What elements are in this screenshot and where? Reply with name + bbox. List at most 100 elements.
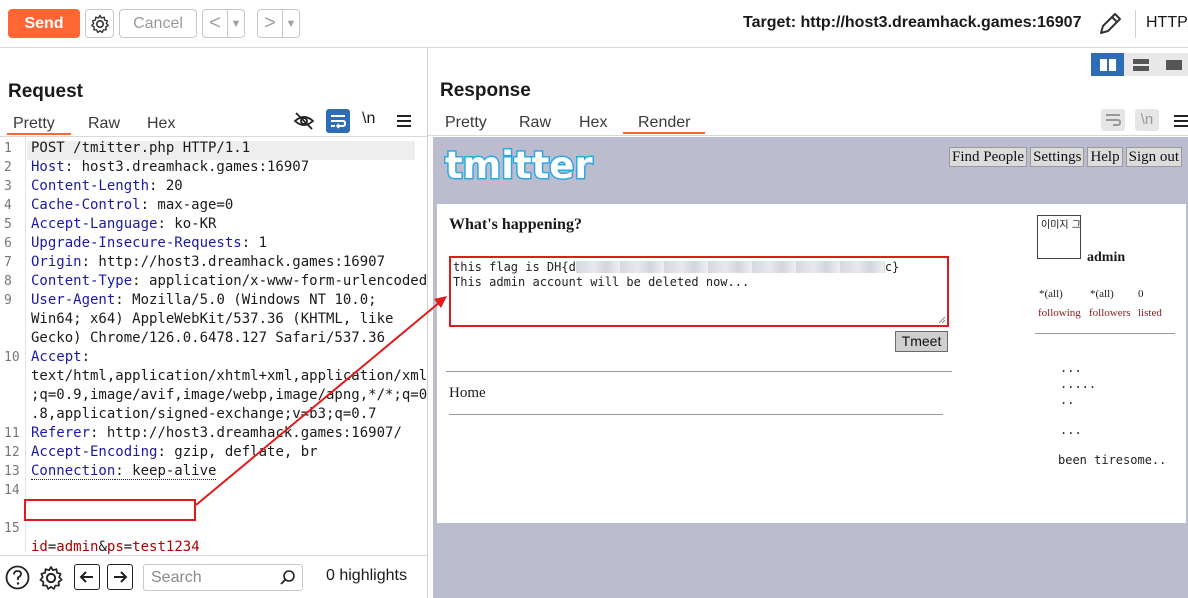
header-value: : 20 <box>149 178 183 194</box>
search-placeholder: Search <box>151 569 202 586</box>
avatar: 이미지 그런거 없다. <box>1037 215 1124 259</box>
tweet-text: this flag is DH{d c} This admin account w… <box>453 260 900 289</box>
wrap-icon <box>1106 114 1122 126</box>
header-value: : 1 <box>241 235 268 251</box>
tab-response-raw[interactable]: Raw <box>519 112 551 134</box>
stat-following-label[interactable]: following <box>1038 307 1081 319</box>
layout-stacked-button[interactable] <box>1124 53 1157 76</box>
nav-find-people[interactable]: Find People <box>949 147 1028 167</box>
line-text: Win64; x64) AppleWebKit/537.36 (KHTML, l… <box>31 311 394 327</box>
tmitter-logo: tmitter <box>444 143 595 187</box>
svg-text:tmitter: tmitter <box>445 144 593 187</box>
header-value: : keep-alive <box>115 463 217 480</box>
line-text: .8,application/signed-exchange;v=b3;q=0.… <box>31 406 377 422</box>
header-name: Connection <box>31 463 116 480</box>
body-highlight-box <box>24 499 196 521</box>
line-number: 2 <box>4 160 12 175</box>
header-name: Accept-Encoding <box>31 444 158 460</box>
home-link[interactable]: Home <box>449 385 486 402</box>
header-value: : Mozilla/5.0 (Windows NT 10.0; <box>115 292 377 308</box>
line-text: Content-Type: application/x-www-form-url… <box>31 272 427 291</box>
back-dropdown-icon[interactable]: ▼ <box>228 18 244 30</box>
site-nav: Find People Settings Help Sign out <box>949 147 1183 167</box>
tab-request-hex[interactable]: Hex <box>147 113 175 135</box>
line-number: 10 <box>4 350 20 365</box>
line-text: Origin: http://host3.dreamhack.games:169… <box>31 253 385 272</box>
wrap-lines-button-disabled[interactable] <box>1101 109 1125 131</box>
next-match-button[interactable] <box>107 564 133 590</box>
line-text: Connection: keep-alive <box>31 462 217 481</box>
line-number: 9 <box>4 293 12 308</box>
line-text: Content-Length: 20 <box>31 177 183 196</box>
hide-eye-icon[interactable] <box>293 110 315 132</box>
header-value: : <box>81 349 91 365</box>
layout-single-button[interactable] <box>1157 53 1188 76</box>
settings-button[interactable] <box>85 9 114 38</box>
tab-response-render[interactable]: Render <box>623 112 705 134</box>
line-number: 8 <box>4 274 12 289</box>
line-number: 7 <box>4 255 12 270</box>
resize-handle-icon[interactable] <box>938 316 946 324</box>
nav-settings[interactable]: Settings <box>1030 147 1085 167</box>
menu-icon[interactable] <box>1172 112 1188 130</box>
arrow-right-icon <box>114 571 128 583</box>
newline-toggle[interactable]: \n <box>362 110 375 128</box>
tab-response-hex[interactable]: Hex <box>579 112 607 134</box>
header-value: : gzip, deflate, br <box>157 444 318 460</box>
line-number: 14 <box>4 483 20 498</box>
side-timeline-line: .. <box>1060 393 1075 407</box>
header-name: Accept <box>31 349 82 365</box>
header-value: : host3.dreamhack.games:16907 <box>64 159 310 175</box>
divider <box>446 371 952 372</box>
tmeet-button[interactable]: Tmeet <box>895 331 948 352</box>
header-name: Accept-Language <box>31 216 158 232</box>
gear-icon <box>90 14 109 33</box>
stat-following-count: *(all) <box>1039 288 1063 300</box>
nav-sign-out[interactable]: Sign out <box>1125 147 1183 167</box>
send-button[interactable]: Send <box>8 9 80 38</box>
panel-icon <box>1165 59 1182 70</box>
layout-side-by-side-button[interactable] <box>1091 53 1124 76</box>
whats-happening-heading: What's happening? <box>449 216 582 233</box>
gear-icon[interactable] <box>38 565 64 591</box>
tab-request-raw[interactable]: Raw <box>88 113 120 135</box>
stat-followers-label[interactable]: followers <box>1089 307 1131 319</box>
prev-match-button[interactable] <box>74 564 100 590</box>
header-value: : http://host3.dreamhack.games:16907 <box>81 254 386 270</box>
line-number: 6 <box>4 236 12 251</box>
request-editor[interactable]: 1 POST /tmitter.php HTTP/1.1 2 Host: host3.… <box>0 137 427 555</box>
line-text: User-Agent: Mozilla/5.0 (Windows NT 10.0… <box>31 291 377 310</box>
edit-target-pencil-icon[interactable] <box>1096 10 1124 38</box>
nav-help[interactable]: Help <box>1087 147 1123 167</box>
newline-toggle-disabled[interactable]: \n <box>1135 109 1159 131</box>
cancel-button[interactable]: Cancel <box>119 9 197 38</box>
help-icon[interactable] <box>5 565 30 590</box>
line-text: Host: host3.dreamhack.games:16907 <box>31 158 309 177</box>
tab-request-pretty[interactable]: Pretty <box>7 113 71 135</box>
header-name: User-Agent <box>31 292 116 308</box>
columns-icon <box>1099 58 1116 71</box>
tweet-textarea[interactable]: this flag is DH{d c} This admin account w… <box>449 256 949 327</box>
line-number: 11 <box>4 426 20 441</box>
username: admin <box>1087 250 1126 265</box>
menu-icon[interactable] <box>395 112 413 130</box>
http-version-label[interactable]: HTTP/ <box>1146 14 1188 32</box>
header-value: : max-age=0 <box>140 197 234 213</box>
stat-listed-label[interactable]: listed <box>1138 307 1162 319</box>
back-button[interactable]: < <box>203 10 227 37</box>
svg-text:이미지 그런거 없다.: 이미지 그런거 없다. <box>1041 218 1080 231</box>
request-bottom-bar: Search 0 highlights <box>0 556 427 598</box>
forward-dropdown-icon[interactable]: ▼ <box>283 18 299 30</box>
forward-button[interactable]: > <box>258 10 282 37</box>
rows-icon <box>1132 58 1149 71</box>
header-name: Content-Length <box>31 178 150 194</box>
pane-divider[interactable] <box>427 48 428 598</box>
header-name: Cache-Control <box>31 197 141 213</box>
header-name: Referer <box>31 425 91 441</box>
tab-response-pretty[interactable]: Pretty <box>445 112 487 134</box>
search-input[interactable]: Search <box>143 564 303 591</box>
back-nav-group: < ▼ <box>202 9 245 38</box>
side-timeline-line: ..... <box>1060 377 1097 391</box>
redacted-flag <box>575 261 885 273</box>
wrap-lines-button[interactable] <box>326 109 350 133</box>
